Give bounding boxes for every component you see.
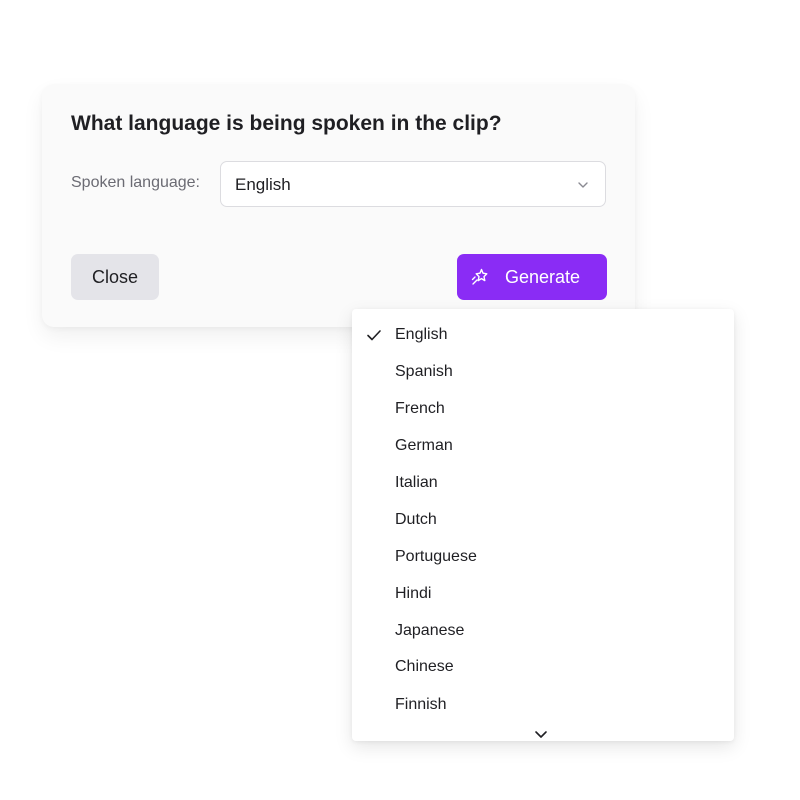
option-label: Italian [395, 474, 438, 491]
chevron-down-icon [578, 182, 588, 188]
screen: What language is being spoken in the cli… [0, 0, 800, 800]
option-french[interactable]: French [352, 394, 734, 424]
selected-language-value: English [235, 175, 291, 194]
chevron-down-icon[interactable] [532, 729, 550, 741]
language-dialog: What language is being spoken in the cli… [42, 84, 635, 327]
option-dutch[interactable]: Dutch [352, 505, 734, 535]
option-label: Hindi [395, 585, 432, 602]
option-label: Portuguese [395, 548, 477, 565]
sparkle-icon [471, 268, 488, 285]
option-english[interactable]: English [352, 320, 734, 350]
option-hindi[interactable]: Hindi [352, 579, 734, 609]
spoken-language-label: Spoken language: [71, 174, 200, 191]
option-japanese[interactable]: Japanese [352, 616, 734, 646]
option-label: Chinese [395, 658, 454, 675]
option-label: Spanish [395, 363, 453, 380]
option-label: Finnish [395, 696, 447, 713]
language-dropdown-menu: English Spanish French German Italian Du… [352, 309, 734, 741]
option-label: German [395, 437, 453, 454]
dialog-title: What language is being spoken in the cli… [71, 112, 502, 135]
generate-label: Generate [505, 267, 581, 287]
option-finnish[interactable]: Finnish [352, 690, 734, 720]
option-portuguese[interactable]: Portuguese [352, 542, 734, 572]
option-label: English [395, 326, 448, 343]
option-german[interactable]: German [352, 431, 734, 461]
option-label: French [395, 400, 445, 417]
close-button[interactable]: Close [71, 254, 159, 300]
option-italian[interactable]: Italian [352, 468, 734, 498]
option-chinese[interactable]: Chinese [352, 652, 734, 682]
option-label: Japanese [395, 622, 465, 639]
option-spanish[interactable]: Spanish [352, 357, 734, 387]
spoken-language-select[interactable]: English [220, 161, 606, 207]
generate-button[interactable]: Generate [457, 254, 607, 300]
check-icon [367, 330, 381, 341]
option-label: Dutch [395, 511, 437, 528]
